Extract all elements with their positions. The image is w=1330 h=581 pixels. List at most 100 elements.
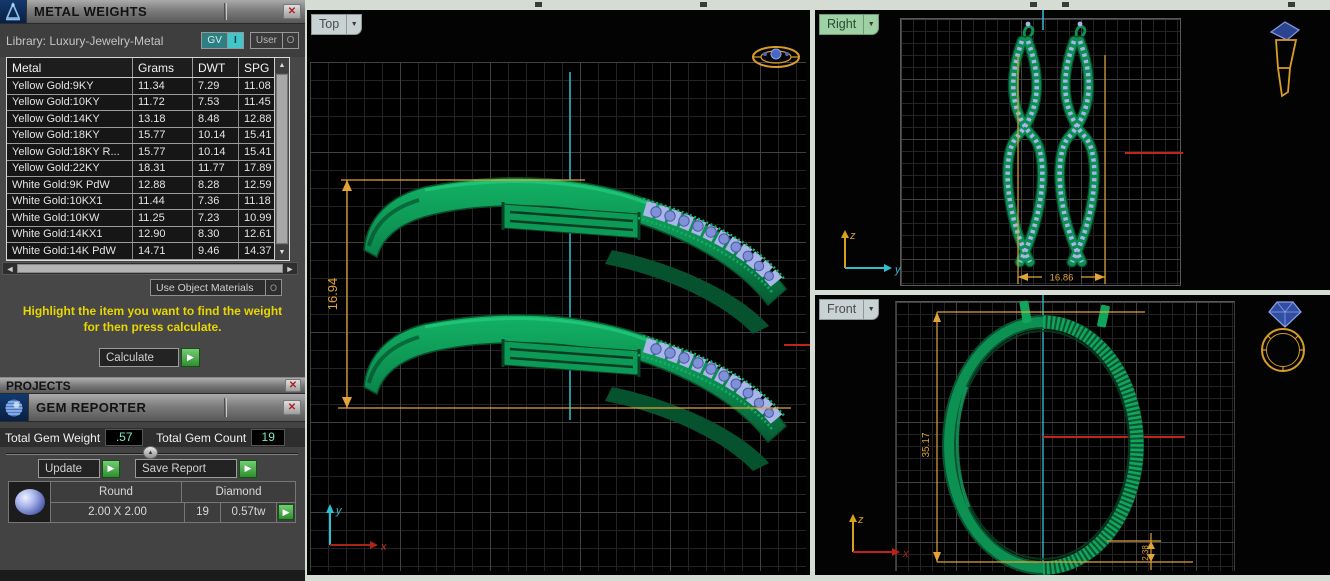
table-cell: 12.90: [133, 227, 193, 243]
table-row[interactable]: White Gold:10KX111.447.3611.18: [7, 194, 274, 211]
titlebar-groove: [224, 3, 227, 19]
user-toggle[interactable]: User O: [250, 32, 299, 49]
instruction-line-1: Highlight the item you want to find the …: [0, 304, 305, 320]
gem-row[interactable]: Round Diamond 2.00 X 2.00 19 0.57tw ▶: [8, 481, 296, 523]
col-header-dwt[interactable]: DWT: [193, 58, 239, 77]
library-label: Library: Luxury-Jewelry-Metal: [6, 34, 163, 48]
y-axis-label: y: [894, 264, 902, 276]
table-row[interactable]: Yellow Gold:9KY11.347.2911.08: [7, 78, 274, 95]
viewport-label-right[interactable]: Right ▼: [819, 14, 879, 35]
close-icon[interactable]: ✕: [283, 4, 301, 19]
viewport-top[interactable]: 16.94 y x Top ▼: [307, 10, 810, 575]
table-row[interactable]: Yellow Gold:18KY R...15.7710.1415.41: [7, 144, 274, 161]
total-gem-weight-label: Total Gem Weight: [0, 431, 105, 445]
splitter-tick: [1288, 2, 1295, 7]
gem-count: 19: [185, 503, 221, 523]
table-row[interactable]: White Gold:14KX112.908.3012.61: [7, 227, 274, 244]
table-cell: Yellow Gold:18KY: [7, 128, 133, 144]
viewport-label-front[interactable]: Front ▼: [819, 299, 879, 320]
library-row: Library: Luxury-Jewelry-Metal GV I User …: [0, 24, 305, 57]
horizontal-scrollbar[interactable]: ◄ ►: [2, 262, 298, 275]
y-axis-label: y: [335, 505, 343, 517]
twist-earring-model-right-1[interactable]: [1008, 22, 1043, 262]
calculate-button[interactable]: Calculate ▶: [99, 348, 200, 367]
play-icon[interactable]: ▶: [278, 504, 294, 520]
hoop-earring-model-top-1[interactable]: [364, 178, 786, 334]
gem-thumbnail: [9, 482, 51, 522]
save-report-button[interactable]: Save Report ▶: [135, 459, 257, 478]
col-header-metal[interactable]: Metal: [7, 58, 133, 77]
table-cell: White Gold:14KX1: [7, 227, 133, 243]
use-object-materials-toggle[interactable]: Use Object Materials O: [150, 279, 282, 296]
table-row[interactable]: Yellow Gold:22KY18.3111.7717.89: [7, 161, 274, 178]
hoop-earring-model-top-2[interactable]: [364, 315, 786, 471]
table-cell: 11.72: [133, 95, 193, 111]
chevron-down-icon[interactable]: ▼: [346, 15, 361, 34]
vertical-scrollbar[interactable]: ▲ ▼: [274, 58, 289, 260]
use-object-materials-state: O: [265, 280, 281, 295]
viewport-label-top[interactable]: Top ▼: [311, 14, 362, 35]
gv-toggle[interactable]: GV I: [201, 32, 243, 49]
panel-title: METAL WEIGHTS: [27, 4, 147, 19]
scroll-thumb[interactable]: [276, 74, 288, 244]
viewport-front[interactable]: 35.17 2.38 z x: [815, 295, 1330, 575]
collapse-button[interactable]: ▲: [143, 446, 158, 459]
table-cell: 10.99: [239, 210, 274, 226]
table-cell: Yellow Gold:18KY R...: [7, 144, 133, 160]
right-view-scene: 16.86 z y: [815, 10, 1330, 290]
gem-value-row: 2.00 X 2.00 19 0.57tw ▶: [51, 503, 295, 523]
table-cell: Yellow Gold:10KY: [7, 95, 133, 111]
x-axis-label: x: [380, 541, 387, 553]
splitter-tick: [535, 2, 542, 7]
table-row[interactable]: Yellow Gold:10KY11.727.5311.45: [7, 95, 274, 112]
col-header-spg[interactable]: SPG: [239, 58, 274, 77]
table-cell: 17.89: [239, 161, 274, 177]
table-row[interactable]: Yellow Gold:14KY13.188.4812.88: [7, 111, 274, 128]
twist-earring-model-right-2[interactable]: [1060, 22, 1095, 262]
table-cell: 7.29: [193, 78, 239, 94]
projects-title: PROJECTS: [0, 379, 71, 393]
play-icon[interactable]: ▶: [102, 460, 120, 478]
table-row[interactable]: White Gold:10KW11.257.2310.99: [7, 210, 274, 227]
table-cell: Yellow Gold:22KY: [7, 161, 133, 177]
table-row[interactable]: White Gold:14K PdW14.719.4614.37: [7, 243, 274, 260]
col-header-grams[interactable]: Grams: [133, 58, 193, 77]
titlebar-groove: [224, 398, 227, 417]
viewport-right[interactable]: 16.86 z y Right ▼: [815, 10, 1330, 290]
table-row[interactable]: White Gold:9K PdW12.888.2812.59: [7, 177, 274, 194]
play-icon[interactable]: ▶: [181, 348, 200, 367]
gv-state: I: [227, 33, 243, 48]
play-icon[interactable]: ▶: [239, 460, 257, 478]
table-cell: White Gold:14K PdW: [7, 243, 133, 259]
close-icon[interactable]: ✕: [285, 379, 301, 392]
table-row[interactable]: Yellow Gold:18KY15.7710.1415.41: [7, 128, 274, 145]
table-cell: 12.88: [239, 111, 274, 127]
save-report-label: Save Report: [135, 459, 237, 478]
metal-weights-icon: [0, 0, 27, 23]
gem-size: 2.00 X 2.00: [51, 503, 185, 523]
scroll-left-icon[interactable]: ◄: [3, 263, 17, 274]
table-cell: 11.34: [133, 78, 193, 94]
user-state: O: [282, 33, 298, 48]
table-cell: White Gold:10KW: [7, 210, 133, 226]
scroll-thumb[interactable]: [17, 264, 283, 273]
table-cell: 7.36: [193, 194, 239, 210]
table-cell: 9.46: [193, 243, 239, 259]
update-label: Update: [38, 459, 100, 478]
chevron-down-icon[interactable]: ▼: [863, 300, 878, 319]
table-cell: 15.77: [133, 128, 193, 144]
scroll-down-icon[interactable]: ▼: [275, 245, 289, 260]
table-cell: 14.71: [133, 243, 193, 259]
front-view-scene: 35.17 2.38 z x: [815, 295, 1330, 575]
update-button[interactable]: Update ▶: [38, 459, 120, 478]
table-cell: Yellow Gold:14KY: [7, 111, 133, 127]
chevron-down-icon[interactable]: ▼: [863, 15, 878, 34]
scroll-up-icon[interactable]: ▲: [275, 58, 289, 73]
scroll-right-icon[interactable]: ►: [283, 263, 297, 274]
close-icon[interactable]: ✕: [283, 400, 301, 415]
x-axis-label: x: [902, 548, 909, 560]
matrix-cad-window: METAL WEIGHTS ✕ Library: Luxury-Jewelry-…: [0, 0, 1330, 581]
projects-bar[interactable]: PROJECTS ✕: [0, 377, 305, 394]
totals-row: Total Gem Weight .57 Total Gem Count 19: [0, 428, 305, 447]
gem-reporter-body: Total Gem Weight .57 Total Gem Count 19 …: [0, 422, 305, 570]
